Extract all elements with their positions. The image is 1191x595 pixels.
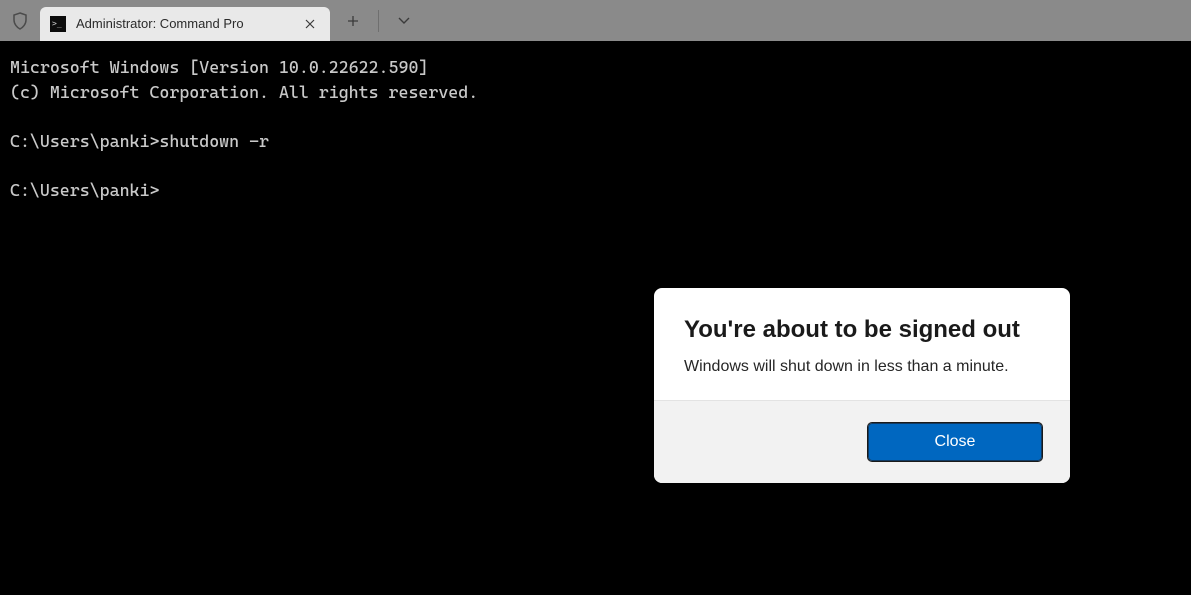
tab-title: Administrator: Command Pro (76, 16, 300, 31)
terminal-line: Microsoft Windows [Version 10.0.22622.59… (10, 57, 428, 77)
terminal-output[interactable]: Microsoft Windows [Version 10.0.22622.59… (0, 41, 1191, 217)
dialog-title: You're about to be signed out (684, 316, 1040, 344)
tab-close-button[interactable] (300, 14, 320, 34)
dialog-message: Windows will shut down in less than a mi… (684, 358, 1040, 376)
terminal-line: (c) Microsoft Corporation. All rights re… (10, 82, 478, 102)
terminal-line: C:\Users\panki>shutdown -r (10, 131, 269, 151)
shield-icon (0, 0, 40, 41)
tab-dropdown-button[interactable] (381, 0, 427, 41)
window-titlebar: >_ Administrator: Command Pro (0, 0, 1191, 41)
terminal-line: C:\Users\panki> (10, 180, 159, 200)
terminal-icon: >_ (50, 16, 66, 32)
tab-command-prompt[interactable]: >_ Administrator: Command Pro (40, 7, 330, 41)
divider (378, 10, 379, 32)
close-button[interactable]: Close (868, 423, 1042, 461)
dialog-footer: Close (654, 400, 1070, 483)
dialog-body: You're about to be signed out Windows wi… (654, 288, 1070, 400)
new-tab-button[interactable] (330, 0, 376, 41)
signout-dialog: You're about to be signed out Windows wi… (654, 288, 1070, 483)
